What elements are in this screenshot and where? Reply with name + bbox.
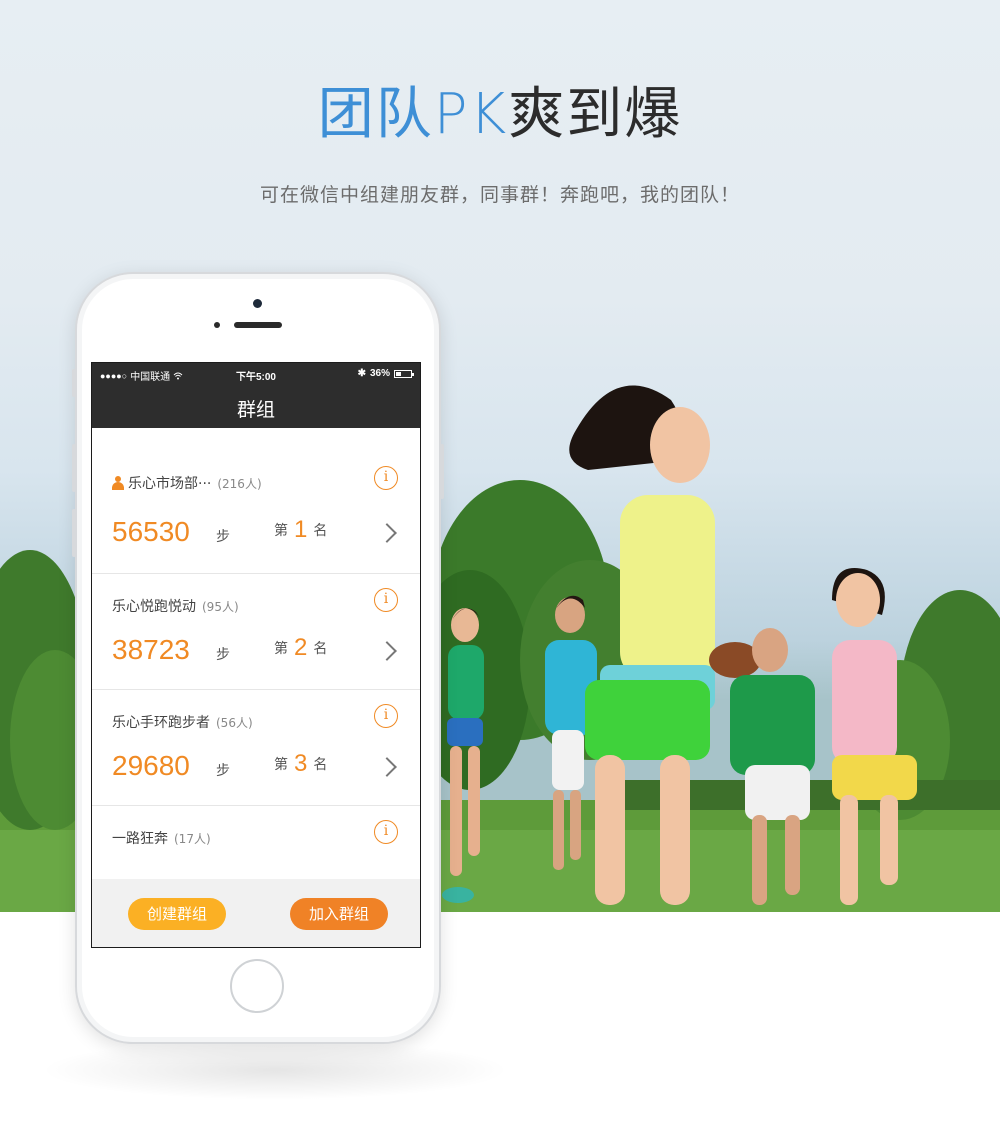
group-steps: 29680 [112, 750, 190, 781]
earpiece-speaker [234, 322, 282, 328]
battery-percent: 36% [369, 368, 390, 379]
info-icon[interactable]: i [374, 704, 398, 728]
battery-fill [396, 371, 402, 376]
bottom-action-bar: 创建群组 加入群组 [92, 879, 420, 947]
group-list: 乐心市场部··· (216人) i 56530 步 第 1 名 乐心悦跑悦动 (… [92, 428, 420, 876]
group-item[interactable]: 乐心悦跑悦动 (95人) i 38723 步 第 2 名 [92, 574, 420, 690]
group-stats: 38723 步 第 2 名 [112, 634, 400, 674]
rank-number: 3 [294, 750, 308, 777]
rank-suffix: 名 [313, 757, 328, 773]
group-stats: 29680 步 第 3 名 [112, 750, 400, 790]
group-name: 乐心悦跑悦动 [112, 599, 196, 615]
bluetooth-icon: ✱ [357, 368, 366, 379]
front-camera [253, 299, 262, 308]
group-header: 乐心市场部··· (216人) [112, 473, 262, 493]
steps-unit: 步 [216, 763, 230, 779]
group-name: 乐心手环跑步者 [112, 715, 210, 731]
chevron-right-icon[interactable] [377, 523, 397, 543]
group-item[interactable]: 乐心市场部··· (216人) i 56530 步 第 1 名 [92, 428, 420, 574]
steps-unit: 步 [216, 529, 230, 545]
rank-number: 1 [294, 516, 308, 543]
status-bar: ●●●●○ 中国联通 下午5:00 ✱ 36% [92, 363, 420, 383]
group-name: 一路狂奔 [112, 831, 168, 847]
headline-blue: 团队PK [317, 82, 509, 147]
power-button [440, 444, 444, 499]
group-item[interactable]: 一路狂奔 (17人) i [92, 806, 420, 876]
steps-unit: 步 [216, 647, 230, 663]
join-group-button[interactable]: 加入群组 [290, 898, 388, 930]
rank-number: 2 [294, 634, 308, 661]
headline: 团队PK爽到爆 [0, 80, 1000, 150]
group-item[interactable]: 乐心手环跑步者 (56人) i 29680 步 第 3 名 [92, 690, 420, 806]
info-icon[interactable]: i [374, 588, 398, 612]
subline: 可在微信中组建朋友群，同事群！奔跑吧，我的团队！ [259, 184, 740, 206]
group-member-count: (216人) [217, 476, 262, 491]
group-member-count: (56人) [216, 715, 253, 730]
chevron-right-icon[interactable] [377, 757, 397, 777]
phone-shadow [40, 1040, 510, 1100]
group-steps: 38723 [112, 634, 190, 665]
group-steps: 56530 [112, 516, 190, 547]
chevron-right-icon[interactable] [377, 641, 397, 661]
group-member-count: (17人) [174, 831, 211, 846]
group-name: 乐心市场部··· [128, 476, 212, 492]
group-rank: 第 3 名 [274, 750, 327, 778]
battery-icon [394, 369, 414, 378]
phone-screen: ●●●●○ 中国联通 下午5:00 ✱ 36% 群组 乐心市场部··· (216… [91, 362, 421, 948]
group-header: 乐心悦跑悦动 (95人) [112, 596, 239, 616]
rank-prefix: 第 [274, 523, 288, 539]
volume-down-button [72, 509, 76, 557]
info-icon[interactable]: i [374, 466, 398, 490]
status-right: ✱ 36% [357, 368, 414, 379]
phone-mockup: ●●●●○ 中国联通 下午5:00 ✱ 36% 群组 乐心市场部··· (216… [72, 272, 444, 1044]
rank-prefix: 第 [274, 757, 288, 773]
group-stats: 56530 步 第 1 名 [112, 516, 400, 556]
home-button[interactable] [230, 959, 284, 1013]
rank-suffix: 名 [313, 641, 328, 657]
mute-switch [72, 369, 76, 397]
volume-up-button [72, 444, 76, 492]
person-icon [112, 476, 124, 490]
proximity-sensor [214, 322, 220, 328]
navbar: ●●●●○ 中国联通 下午5:00 ✱ 36% 群组 [92, 363, 420, 428]
group-header: 一路狂奔 (17人) [112, 828, 211, 848]
group-rank: 第 2 名 [274, 634, 327, 662]
headline-dark: 爽到爆 [508, 82, 683, 147]
info-icon[interactable]: i [374, 820, 398, 844]
rank-prefix: 第 [274, 641, 288, 657]
group-member-count: (95人) [202, 599, 239, 614]
nav-title: 群组 [236, 399, 275, 421]
create-group-button[interactable]: 创建群组 [128, 898, 226, 930]
group-rank: 第 1 名 [274, 516, 327, 544]
rank-suffix: 名 [313, 523, 328, 539]
group-header: 乐心手环跑步者 (56人) [112, 712, 253, 732]
